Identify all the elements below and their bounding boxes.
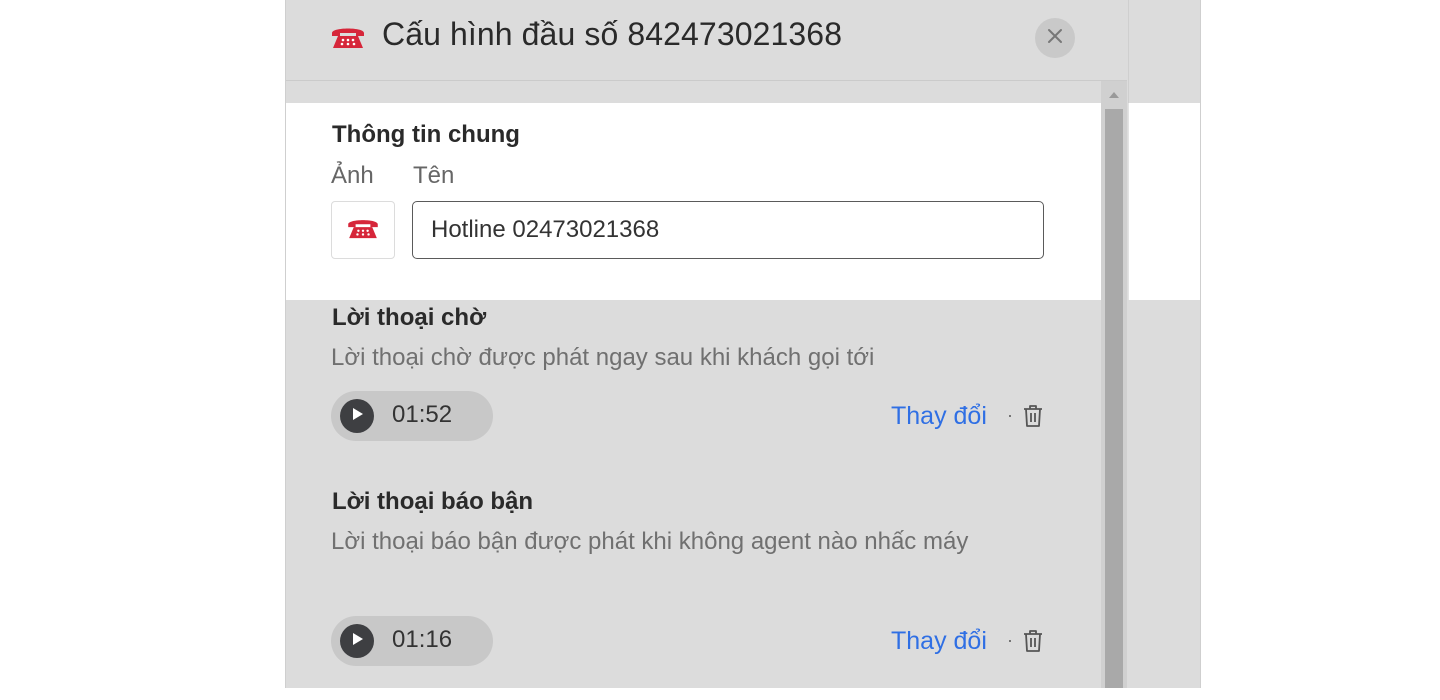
audio-duration: 01:52 <box>392 401 453 428</box>
red-telephone-icon <box>329 24 367 50</box>
trash-icon[interactable] <box>1022 404 1044 428</box>
name-input[interactable] <box>412 201 1044 259</box>
play-icon <box>350 632 364 651</box>
close-icon <box>1047 28 1063 49</box>
play-button[interactable] <box>340 399 374 433</box>
scrollbar-thumb[interactable] <box>1105 109 1123 688</box>
busy-message-heading: Lời thoại báo bận <box>332 488 534 515</box>
separator-dot: · <box>1007 405 1013 425</box>
close-button[interactable] <box>1035 18 1075 58</box>
play-icon <box>350 407 364 426</box>
busy-message-description: Lời thoại báo bận được phát khi không ag… <box>331 528 969 555</box>
avatar-label: Ảnh <box>331 162 374 189</box>
change-waiting-link[interactable]: Thay đổi <box>891 402 987 431</box>
red-telephone-icon <box>345 216 381 245</box>
avatar-picker[interactable] <box>331 201 395 259</box>
scroll-up-arrow-icon[interactable] <box>1101 87 1127 103</box>
config-dialog: Cấu hình đầu số 842473021368 Thông tin c… <box>285 0 1201 688</box>
busy-audio-player[interactable]: 01:16 <box>331 616 493 666</box>
dialog-header: Cấu hình đầu số 842473021368 <box>286 0 1127 81</box>
general-info-heading: Thông tin chung <box>332 121 520 148</box>
name-label: Tên <box>413 162 455 189</box>
play-button[interactable] <box>340 624 374 658</box>
change-busy-link[interactable]: Thay đổi <box>891 627 987 656</box>
general-info-section: Thông tin chung Ảnh Tên <box>286 103 1101 300</box>
audio-duration: 01:16 <box>392 626 453 653</box>
separator-dot: · <box>1007 630 1013 650</box>
background-strip-white <box>1128 103 1200 300</box>
waiting-message-heading: Lời thoại chờ <box>332 304 487 331</box>
waiting-audio-player[interactable]: 01:52 <box>331 391 493 441</box>
waiting-message-description: Lời thoại chờ được phát ngay sau khi khá… <box>331 344 875 371</box>
trash-icon[interactable] <box>1022 629 1044 653</box>
dialog-title: Cấu hình đầu số 842473021368 <box>382 16 843 52</box>
background-strip <box>1128 0 1200 103</box>
vertical-scrollbar[interactable] <box>1101 81 1127 688</box>
